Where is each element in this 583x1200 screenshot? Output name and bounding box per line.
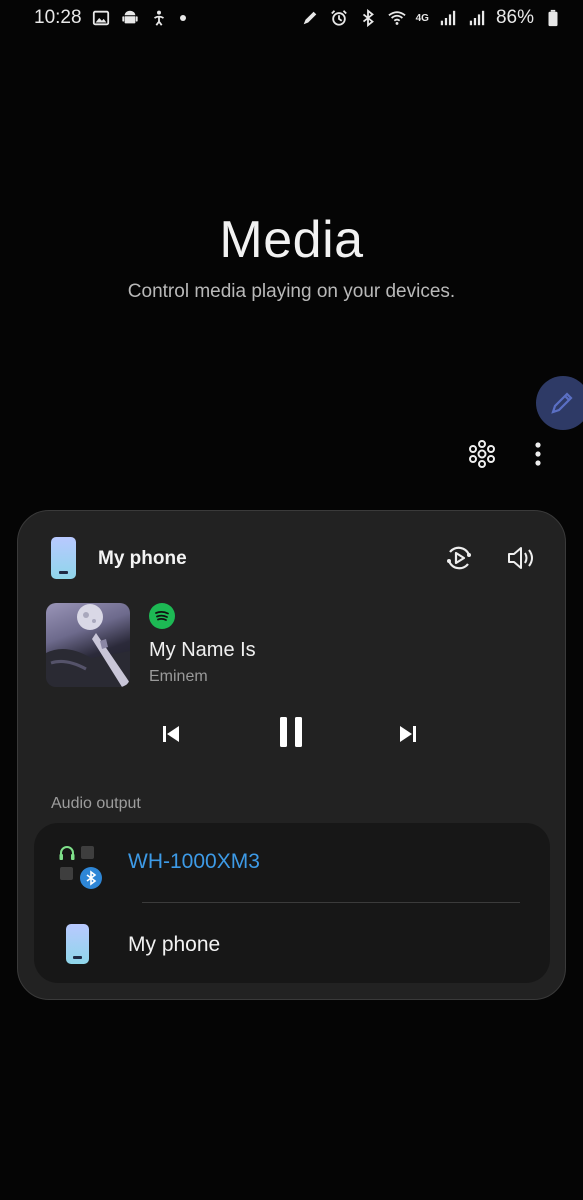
image-icon	[91, 8, 111, 28]
battery-percent: 86%	[495, 7, 534, 28]
spotify-icon	[149, 603, 175, 629]
status-time: 10:28	[34, 7, 82, 28]
bluetooth-headphones-icon	[58, 845, 102, 889]
more-options-button[interactable]	[520, 436, 556, 472]
output-device-phone[interactable]: My phone	[34, 903, 550, 983]
accessibility-icon	[149, 8, 169, 28]
pause-button[interactable]	[270, 710, 312, 754]
previous-button[interactable]	[152, 715, 190, 753]
signal-icon	[467, 8, 487, 28]
page-title: Media	[219, 211, 364, 269]
bluetooth-icon	[358, 8, 378, 28]
album-art	[46, 603, 130, 687]
alarm-icon	[329, 8, 349, 28]
edit-icon	[300, 8, 320, 28]
phone-icon	[66, 924, 89, 964]
network-type: 4G	[415, 12, 429, 24]
pencil-icon	[551, 392, 573, 414]
phone-icon	[51, 537, 76, 579]
android-icon	[120, 8, 140, 28]
volume-icon	[508, 547, 533, 569]
media-card: My phone My Name Is Eminem Audio output …	[17, 510, 566, 1000]
screen: 10:28 4G 86% Media Control media playing…	[0, 0, 583, 1200]
device-header: My phone	[18, 511, 567, 603]
page-subtitle: Control media playing on your devices.	[127, 281, 456, 302]
devices-hub-icon	[469, 440, 495, 468]
volume-button[interactable]	[504, 541, 538, 575]
track-artist: Eminem	[149, 668, 208, 685]
track-title: My Name Is	[149, 639, 256, 661]
output-device-name-active: WH-1000XM3	[128, 850, 260, 873]
battery-icon	[543, 8, 563, 28]
output-device-name: My phone	[128, 933, 221, 956]
device-name: My phone	[98, 548, 187, 569]
audio-output-label: Audio output	[51, 795, 141, 812]
smart-view-button[interactable]	[442, 541, 476, 575]
devices-hub-button[interactable]	[464, 436, 500, 472]
next-button[interactable]	[389, 715, 427, 753]
next-icon	[400, 726, 416, 742]
notification-dot-icon	[179, 15, 186, 21]
cast-play-icon	[447, 546, 471, 570]
floating-edit-button[interactable]	[536, 376, 583, 430]
audio-output-list: WH-1000XM3 My phone	[34, 823, 550, 983]
more-vert-icon	[535, 442, 541, 466]
status-bar: 10:28 4G 86%	[0, 0, 583, 36]
previous-icon	[163, 726, 179, 742]
pause-icon	[280, 717, 302, 747]
wifi-icon	[387, 8, 407, 28]
signal-icon	[438, 8, 458, 28]
output-device-headphones[interactable]: WH-1000XM3	[34, 823, 550, 903]
